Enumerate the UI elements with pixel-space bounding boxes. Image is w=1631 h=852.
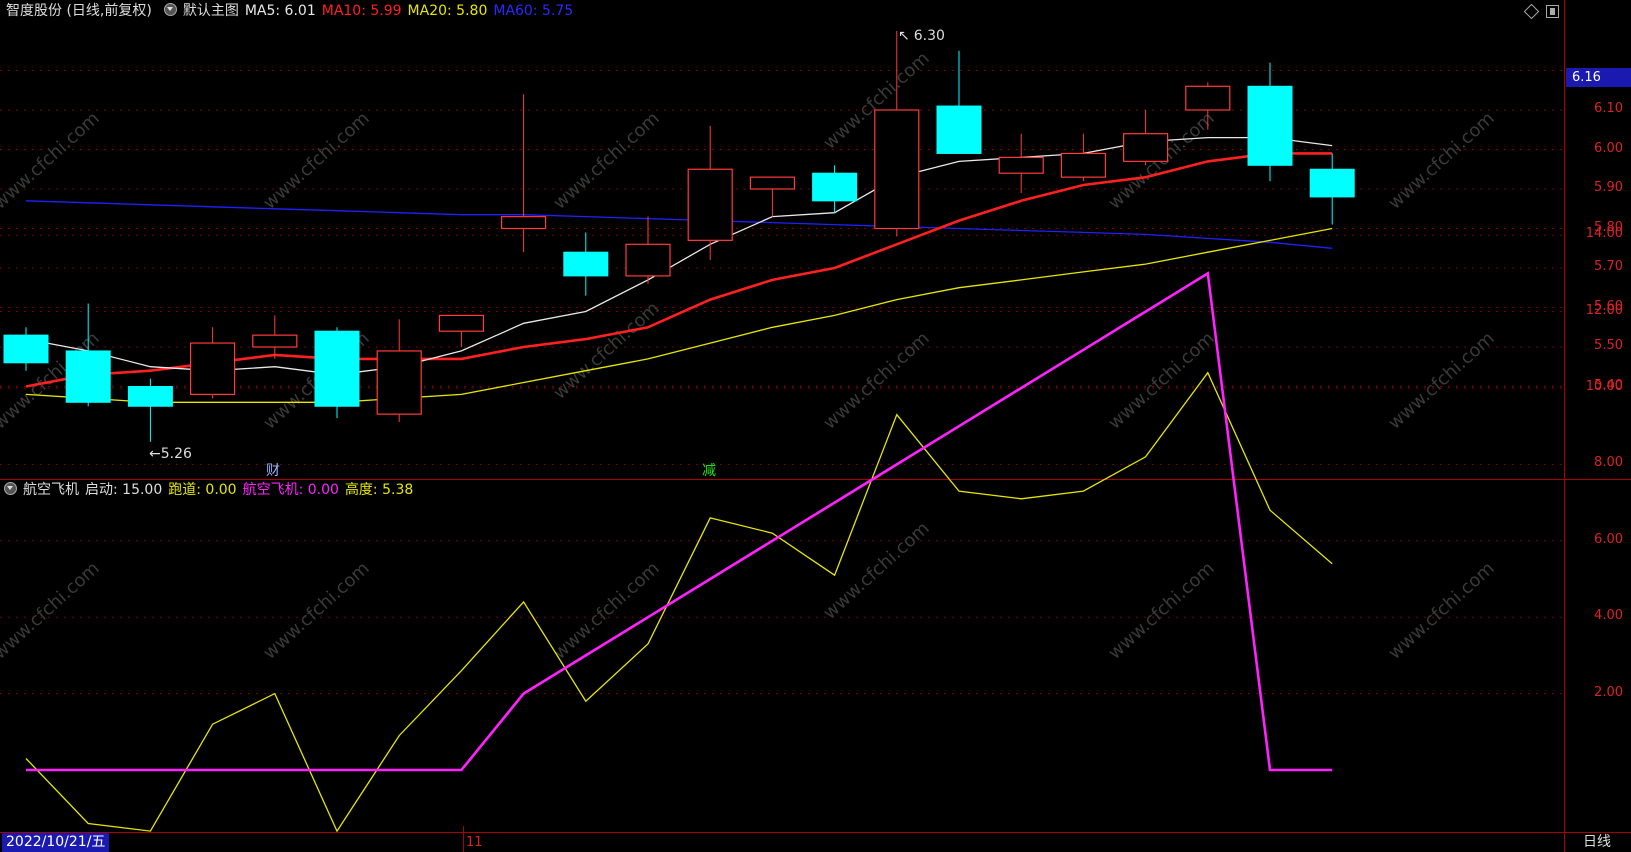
date-label: 2022/10/21/五: [2, 833, 110, 852]
candle-body: [1122, 133, 1169, 162]
up-candle: [625, 216, 671, 284]
price-tick-label: 5.70: [1594, 259, 1623, 274]
down-candle: [1247, 62, 1293, 182]
candle-body: [1309, 168, 1355, 198]
watermark-text: www.cfchi.com: [1384, 108, 1498, 214]
month-tick-line: [463, 826, 464, 852]
sub-tick-label: 12.00: [1585, 302, 1623, 318]
sub-tick-label: 4.00: [1594, 608, 1623, 624]
watermark-text: www.cfchi.com: [549, 108, 663, 214]
period-label[interactable]: 日线: [1583, 833, 1611, 852]
candle-body: [812, 172, 858, 202]
down-candle: [3, 327, 49, 371]
down-candle: [1309, 153, 1355, 225]
candle-body: [314, 330, 360, 407]
cai-marker[interactable]: 财: [266, 460, 280, 480]
up-candle: [687, 125, 733, 261]
down-candle: [65, 303, 111, 407]
up-candle: [749, 176, 796, 217]
up-candle: [1122, 110, 1169, 166]
watermark-text: www.cfchi.com: [549, 298, 663, 404]
watermark-text: www.cfchi.com: [1384, 328, 1498, 434]
down-candle: [127, 378, 173, 442]
kline-chart[interactable]: www.cfchi.com www.cfchi.com www.cfchi.com w…: [0, 0, 1564, 832]
price-tick-label: 5.50: [1594, 338, 1623, 353]
current-price-tag: 6.16: [1566, 68, 1631, 87]
sub-tick-label: 14.00: [1585, 226, 1623, 242]
jian-marker[interactable]: 减: [702, 460, 716, 480]
up-candle: [998, 133, 1044, 193]
candle-body: [998, 156, 1044, 174]
low-price-label: ←5.26: [149, 446, 192, 462]
height-line: [25, 371, 1333, 832]
candle-body: [376, 350, 422, 415]
sub-tick-label: 2.00: [1594, 684, 1623, 700]
up-candle: [438, 314, 484, 347]
watermark-text: www.cfchi.com: [0, 108, 104, 214]
down-candle: [812, 165, 858, 213]
ma60-line: [25, 200, 1333, 249]
price-tick-label: 5.90: [1594, 180, 1623, 195]
watermark-text: www.cfchi.com: [819, 328, 933, 434]
candle-body: [1060, 152, 1107, 178]
watermark-text: www.cfchi.com: [549, 558, 663, 664]
watermark-text: www.cfchi.com: [1104, 558, 1218, 664]
candle-body: [625, 243, 671, 277]
watermark-text: www.cfchi.com: [1384, 558, 1498, 664]
axis-separator: [1564, 0, 1565, 852]
watermark-text: www.cfchi.com: [259, 558, 373, 664]
high-price-label: ↖ 6.30: [898, 28, 945, 44]
candle-body: [563, 251, 609, 277]
price-tick-label: 6.00: [1594, 140, 1623, 156]
candle-body: [190, 342, 236, 395]
watermark-text: www.cfchi.com: [259, 108, 373, 214]
candle-body: [1247, 85, 1293, 166]
candle-body: [936, 105, 982, 154]
candle-body: [65, 350, 111, 403]
sub-tick-label: 10.00: [1585, 379, 1623, 394]
down-candle: [563, 232, 609, 296]
up-candle: [1060, 133, 1107, 182]
down-candle: [314, 327, 360, 419]
candle-body: [749, 176, 796, 190]
candle-body: [252, 334, 298, 348]
time-axis-line: [0, 832, 1631, 833]
price-tick-label: 6.10: [1594, 101, 1623, 116]
watermark-text: www.cfchi.com: [0, 558, 104, 664]
down-candle: [936, 50, 982, 154]
candle-body: [438, 314, 484, 332]
up-candle: [190, 327, 236, 399]
sub-tick-label: 6.00: [1594, 531, 1623, 547]
month-tick: 11: [466, 835, 483, 850]
candle-body: [687, 168, 733, 241]
candle-body: [874, 109, 920, 230]
candle-body: [1185, 85, 1231, 111]
sub-tick-label: 8.00: [1594, 455, 1623, 471]
up-candle: [252, 315, 298, 359]
candle-body: [3, 334, 49, 364]
candle-body: [501, 216, 547, 230]
up-candle: [501, 94, 547, 253]
candle-body: [127, 386, 173, 407]
up-candle: [376, 319, 422, 423]
